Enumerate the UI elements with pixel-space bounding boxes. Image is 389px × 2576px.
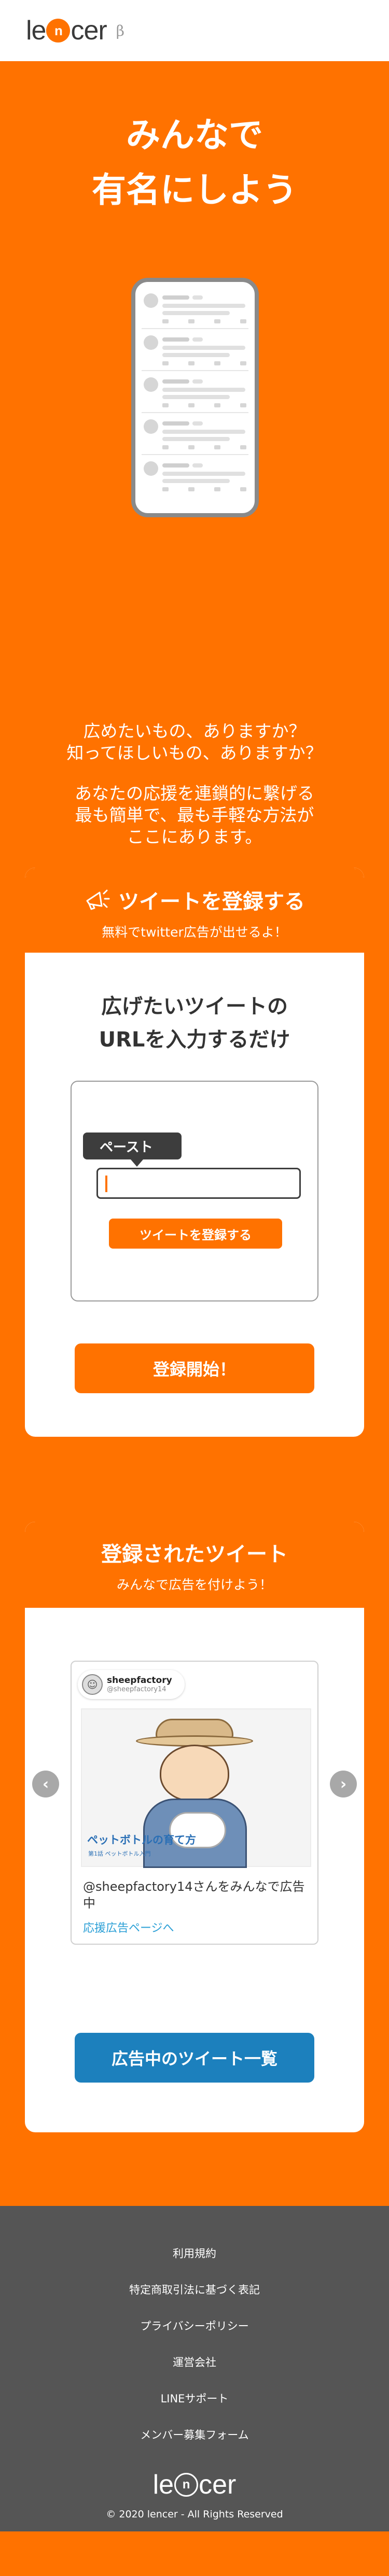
lencer-logo[interactable]: le n cer β <box>26 15 124 46</box>
beta-badge: β <box>116 22 124 39</box>
carousel-prev-button[interactable]: ‹ <box>32 1771 59 1797</box>
hero-description: あなたの応援を連鎖的に繋げる 最も簡単で、最も手軽な方法が ここにあります。 <box>0 783 389 848</box>
register-lead-line1: 広げたいツイートの <box>101 995 288 1018</box>
hero-title-line2: 有名にしよう <box>92 170 297 210</box>
footer-link-line-support[interactable]: LINEサポート <box>0 2393 389 2429</box>
register-card-subtitle: 無料でtwitter広告が出せるよ！ <box>102 925 287 940</box>
hero-description-line2: 最も簡単で、最も手軽な方法が <box>75 805 314 825</box>
register-lead-line2: URLを入力するだけ <box>99 1028 290 1052</box>
footer-link-member-recruit[interactable]: メンバー募集フォーム <box>0 2429 389 2465</box>
logo-text-left: le <box>26 16 46 46</box>
url-input-illustration: ペースト ツイートを登録する <box>71 1081 318 1301</box>
hero-section: みんなで 有名にしよう 広めたいもの、ありますか？ 知ってほしいもの、ありますか… <box>0 61 389 868</box>
logo-mark: n <box>46 19 71 43</box>
logo-text-right: cer <box>71 16 107 46</box>
hero-question: 広めたいもの、ありますか？ 知ってほしいもの、ありますか？ <box>0 720 389 764</box>
hero-title-line1: みんなで <box>126 115 263 155</box>
start-registration-button[interactable]: 登録開始！ <box>75 1343 314 1393</box>
hero-description-line1: あなたの応援を連鎖的に繋げる <box>75 783 314 803</box>
tweet-placeholder <box>142 287 248 329</box>
tweet-placeholder <box>142 455 248 497</box>
tweets-card-title: 登録されたツイート <box>101 1542 288 1566</box>
tweet-placeholder <box>142 413 248 455</box>
paste-tooltip: ペースト <box>83 1133 182 1167</box>
megaphone-icon <box>86 889 110 910</box>
footer-logo[interactable]: le n cer <box>0 2469 389 2500</box>
register-card-title-text: ツイートを登録する <box>118 890 305 914</box>
carousel-next-button[interactable]: › <box>330 1771 357 1797</box>
register-card-header: ツイートを登録する 無料でtwitter広告が出せるよ！ <box>25 868 364 953</box>
tweet-description: @sheepfactory14さんをみんなで広告中 <box>83 1879 305 1910</box>
support-ad-page-link[interactable]: 応援広告ページへ <box>83 1919 174 1935</box>
hero-question-line1: 広めたいもの、ありますか？ <box>83 721 306 741</box>
tweet-image-caption: ペットボトルの育て方 <box>87 1834 196 1846</box>
text-caret <box>105 1176 107 1192</box>
account-name: sheepfactory <box>107 1675 172 1686</box>
tweets-card-header: 登録されたツイート みんなで広告を付けよう！ <box>25 1522 364 1608</box>
hero-description-line3: ここにあります。 <box>127 827 262 847</box>
phone-mockup-illustration <box>131 278 259 517</box>
account-handle: @sheepfactory14 <box>107 1686 166 1693</box>
tweet-carousel-item[interactable]: ☺ sheepfactory @sheepfactory14 ペットボトルの育て… <box>71 1661 318 1945</box>
site-header: le n cer β <box>0 0 389 61</box>
sample-register-button: ツイートを登録する <box>109 1219 282 1249</box>
tweet-image-caption-small: 第1話 ペットボトル入門 <box>88 1850 151 1857</box>
account-avatar: ☺ <box>82 1674 103 1695</box>
tweet-image: ペットボトルの育て方 第1話 ペットボトル入門 <box>81 1708 311 1868</box>
hero-question-line2: 知ってほしいもの、ありますか？ <box>66 743 323 763</box>
footer-logo-mark: n <box>174 2473 199 2497</box>
footer-logo-right: cer <box>199 2470 237 2500</box>
advertised-tweets-list-button[interactable]: 広告中のツイート一覧 <box>75 2033 314 2083</box>
footer-link-company[interactable]: 運営会社 <box>0 2356 389 2393</box>
tweet-placeholder <box>142 329 248 371</box>
registered-tweets-card: 登録されたツイート みんなで広告を付けよう！ ‹ ☺ sheepfactory … <box>25 1522 364 2132</box>
tweets-card-subtitle: みんなで広告を付けよう！ <box>116 1577 272 1592</box>
url-input-sample <box>96 1168 301 1199</box>
copyright: © 2020 lencer - All Rights Reserved <box>106 2509 283 2520</box>
register-card-title: ツイートを登録する <box>26 869 363 915</box>
footer-link-terms[interactable]: 利用規約 <box>0 2247 389 2284</box>
register-tweet-card: ツイートを登録する 無料でtwitter広告が出せるよ！ 広げたいツイートの U… <box>25 868 364 1437</box>
site-footer: 利用規約 特定商取引法に基づく表記 プライバシーポリシー 運営会社 LINEサポ… <box>0 2206 389 2531</box>
tweet-placeholder <box>142 371 248 413</box>
tweet-account-chip: ☺ sheepfactory @sheepfactory14 <box>78 1670 185 1699</box>
register-lead: 広げたいツイートの URLを入力するだけ <box>25 990 364 1056</box>
hero-title: みんなで 有名にしよう <box>0 108 389 218</box>
footer-link-privacy[interactable]: プライバシーポリシー <box>0 2320 389 2356</box>
footer-logo-left: le <box>152 2470 174 2500</box>
footer-link-commerce-law[interactable]: 特定商取引法に基づく表記 <box>0 2284 389 2320</box>
